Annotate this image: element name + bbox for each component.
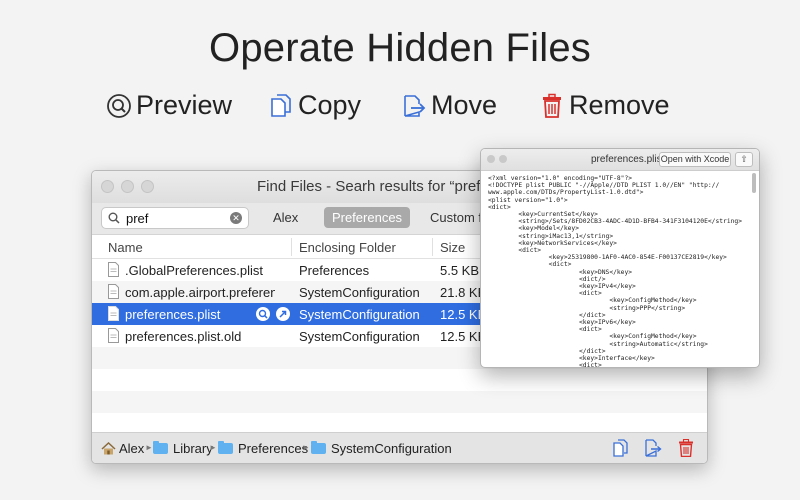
row-name: com.apple.airport.preferenc... [125,285,275,300]
document-icon [108,306,119,321]
path-separator-icon: ► [302,443,310,452]
clear-search-icon[interactable]: ✕ [230,212,242,224]
plist-line: <key>CurrentSet</key> [488,211,598,219]
plist-line: <dict> [488,326,602,334]
plist-line: <key>ConfigMethod</key> [488,297,697,305]
feature-copy-label: Copy [298,90,362,120]
path-bar: Alex ► Library ► Preferences ► SystemCon… [92,432,707,463]
plist-line: <key>IPv4</key> [488,283,636,291]
plist-line: <dict> [488,247,542,255]
feature-copy: Copy [268,90,361,121]
plist-line: <dict> [488,362,602,368]
zoom-window-button[interactable] [141,180,154,193]
preview-filename: preferences.plist [591,154,665,165]
feature-move-label: Move [431,90,498,120]
path-item-home[interactable]: Alex [101,441,144,456]
empty-row [92,369,707,391]
empty-row [92,391,707,413]
search-input[interactable]: pref [126,211,148,226]
row-preview-icon[interactable] [256,307,270,321]
feature-preview-label: Preview [136,90,233,120]
open-with-xcode-button[interactable]: Open with Xcode [659,152,731,167]
preview-titlebar[interactable]: preferences.plist Open with Xcode ⇧ [481,149,759,171]
plist-line: <key>25319800-1AF0-4AC0-854E-F00137CE281… [488,254,727,262]
plist-line: <key>DNS</key> [488,268,633,276]
folder-icon [218,441,233,454]
copy-icon [271,93,291,117]
plist-line: <key>Model</key> [488,225,579,233]
plist-line: <key>ConfigMethod</key> [488,333,697,341]
search-icon [108,212,120,224]
plist-line: <dict> [488,290,602,298]
feature-move: Move [401,90,497,121]
plist-line: <dict> [488,203,511,211]
document-icon [108,262,119,277]
plist-line: <key>Interface</key> [488,355,655,363]
document-icon [108,328,119,343]
path-item-preferences[interactable]: Preferences [218,441,308,456]
plist-line: <dict/> [488,275,606,283]
path-item-label: SystemConfiguration [331,441,452,456]
close-window-button[interactable] [101,180,114,193]
folder-icon [311,441,326,454]
plist-line: <key>IPv6</key> [488,319,636,327]
plist-line: <?xml version="1.0" encoding="UTF-8"?> [488,175,633,182]
copy-action-icon[interactable] [613,439,629,457]
row-name: preferences.plist.old [125,329,242,344]
magnifier-circle-icon [107,93,131,118]
plist-line: <plist version="1.0"> [488,196,568,204]
plist-line: </dict> [488,347,606,355]
scope-alex[interactable]: Alex [273,210,298,225]
column-enclosing-folder[interactable]: Enclosing Folder [299,240,396,255]
plist-preview-window: preferences.plist Open with Xcode ⇧ <?xm… [480,148,760,368]
path-separator-icon: ► [145,443,153,452]
plist-line: <string>PPP</string> [488,304,686,312]
folder-icon [153,441,168,454]
feature-preview: Preview [106,90,232,121]
path-item-label: Alex [119,441,145,456]
move-action-icon[interactable] [645,439,662,457]
scope-preferences[interactable]: Preferences [324,207,410,228]
feature-remove-label: Remove [569,90,670,120]
document-icon [108,284,119,299]
preview-scrollbar[interactable] [752,173,756,193]
row-reveal-icon[interactable] [276,307,290,321]
search-field[interactable]: pref ✕ [101,207,249,229]
path-item-label: Preferences [238,441,309,456]
plist-line: <dict> [488,261,572,269]
column-name[interactable]: Name [108,240,143,255]
share-icon[interactable]: ⇧ [735,152,753,167]
row-size: 5.5 KB [440,263,480,278]
plist-line: <string>iMac13,1</string> [488,232,614,240]
headline: Operate Hidden Files [209,26,591,70]
column-size[interactable]: Size [440,240,465,255]
feature-list: Preview Copy Move Remove [0,90,800,130]
plist-line: <string>/Sets/8FD02CB3-4ADC-4D1D-BFB4-34… [488,218,743,226]
plist-line: www.apple.com/DTDs/PropertyList-1.0.dtd"… [488,189,644,197]
close-preview-icon[interactable] [487,155,495,163]
trash-icon [543,93,561,118]
path-separator-icon: ► [209,443,217,452]
plist-content: <?xml version="1.0" encoding="UTF-8"?> <!… [488,175,750,368]
trash-action-icon[interactable] [678,439,694,457]
plist-line: <!DOCTYPE plist PUBLIC "-//Apple//DTD PL… [488,182,720,190]
row-name: preferences.plist [125,307,221,322]
window-title: Find Files - Searh results for “pref”, [257,178,490,195]
path-item-library[interactable]: Library [153,441,213,456]
home-icon [101,442,116,455]
plist-line: </dict> [488,311,606,319]
row-name: .GlobalPreferences.plist [125,263,264,278]
path-item-label: Library [173,441,213,456]
move-icon [404,94,426,117]
feature-remove: Remove [539,90,670,121]
path-item-systemconfiguration[interactable]: SystemConfiguration [311,441,452,456]
minimize-window-button[interactable] [121,180,134,193]
plist-line: <key>NetworkServices</key> [488,239,617,247]
plist-line: <string>Automatic</string> [488,340,708,348]
fullscreen-preview-icon[interactable] [499,155,507,163]
